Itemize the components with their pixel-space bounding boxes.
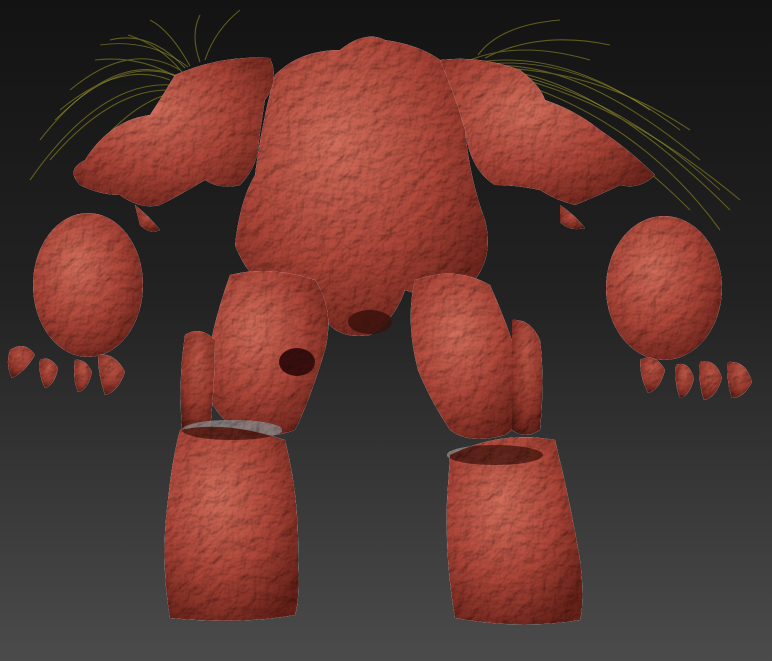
spike-left: [180, 331, 215, 435]
arm-right: [606, 216, 722, 360]
crotch-shadow: [348, 310, 392, 334]
arm-left: [33, 213, 143, 357]
golem-render: [0, 0, 772, 661]
spike-right: [512, 319, 543, 435]
shin-left: [164, 420, 299, 621]
sculpt-viewport[interactable]: [0, 0, 772, 661]
